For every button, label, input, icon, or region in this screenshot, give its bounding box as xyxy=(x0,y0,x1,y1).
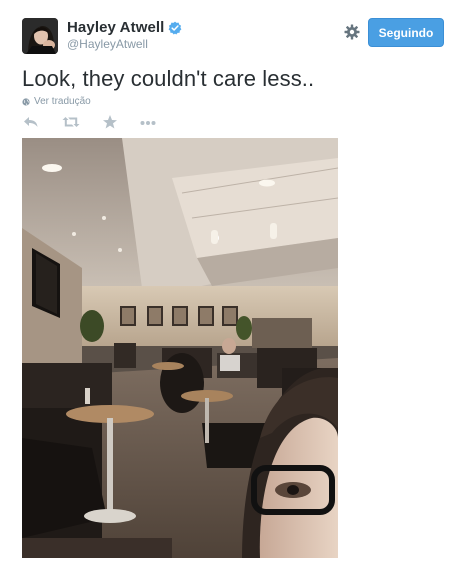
more-icon[interactable] xyxy=(139,114,157,130)
verified-badge-icon xyxy=(168,21,182,35)
translate-link[interactable]: Ver tradução xyxy=(22,96,91,107)
star-icon[interactable] xyxy=(102,114,120,130)
retweet-icon[interactable] xyxy=(62,114,80,130)
screen-name[interactable]: @HayleyAtwell xyxy=(67,37,182,51)
tweet: Hayley Atwell @HayleyAtwell Seguindo Loo… xyxy=(0,0,466,572)
avatar[interactable] xyxy=(22,18,58,54)
translate-label: Ver tradução xyxy=(34,96,91,107)
tweet-photo[interactable] xyxy=(22,138,338,558)
globe-icon xyxy=(22,97,30,106)
tweet-header: Hayley Atwell @HayleyAtwell Seguindo xyxy=(22,16,444,56)
reply-icon[interactable] xyxy=(23,114,41,130)
tweet-actions xyxy=(22,114,172,132)
display-name[interactable]: Hayley Atwell xyxy=(67,19,164,36)
display-name-row: Hayley Atwell xyxy=(67,19,182,36)
tweet-text: Look, they couldn't care less.. xyxy=(22,66,315,91)
following-button[interactable]: Seguindo xyxy=(368,18,444,47)
tweet-author[interactable]: Hayley Atwell @HayleyAtwell xyxy=(67,19,182,51)
gear-icon[interactable] xyxy=(344,24,360,40)
